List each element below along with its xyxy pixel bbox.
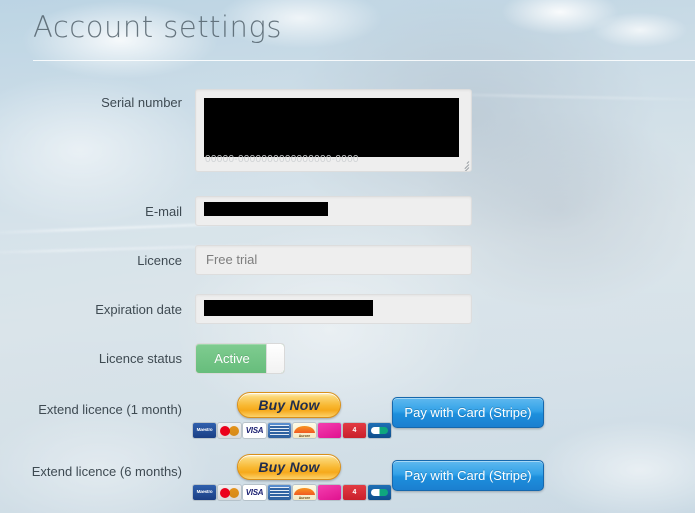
licence-input[interactable]: Free trial: [195, 245, 472, 275]
email-control: [195, 196, 472, 226]
expiration-date-control: [195, 294, 472, 324]
quatre-etoiles-card-label: 4: [352, 489, 357, 496]
stripe-pay-button-1-month[interactable]: Pay with Card (Stripe): [392, 397, 544, 428]
mastercard-card-icon: [218, 423, 241, 438]
card-logos-1-month: Maestro VISA Aurore 4: [193, 423, 391, 438]
email-redaction: [204, 202, 328, 216]
serial-number-faint-text: 00000-0000000000000000-0000: [205, 154, 359, 165]
cb-card-icon: [368, 423, 391, 438]
expiration-date-input[interactable]: [195, 294, 472, 324]
cb-card-icon: [368, 485, 391, 500]
amex-card-icon: [268, 423, 291, 438]
visa-card-label: VISA: [245, 487, 264, 497]
visa-card-icon: VISA: [243, 485, 266, 500]
maestro-card-label: Maestro: [196, 489, 213, 495]
extend-1-month-label: Extend licence (1 month): [38, 402, 182, 417]
extend-6-months-stripe-control: Pay with Card (Stripe): [392, 460, 544, 491]
expiration-date-redaction: [204, 300, 373, 316]
quatre-etoiles-card-label: 4: [352, 427, 357, 434]
title-divider: [33, 60, 695, 61]
stripe-pay-button-6-months[interactable]: Pay with Card (Stripe): [392, 460, 544, 491]
buy-now-button-1-month[interactable]: Buy Now: [237, 392, 341, 418]
quatre-etoiles-card-icon: 4: [343, 423, 366, 438]
extend-6-months-label: Extend licence (6 months): [31, 464, 182, 479]
serial-number-label: Serial number: [101, 95, 182, 110]
quatre-etoiles-card-icon: 4: [343, 485, 366, 500]
extend-6-months-paypal-control: Buy Now Maestro VISA Aurore 4: [193, 454, 391, 500]
amex-card-icon: [268, 485, 291, 500]
serial-number-redaction: [204, 98, 459, 157]
aurore-card-label: Aurore: [298, 495, 311, 500]
serial-number-control: 00000-0000000000000000-0000: [195, 89, 472, 172]
email-input[interactable]: [195, 196, 472, 226]
serial-number-textarea[interactable]: 00000-0000000000000000-0000: [195, 89, 472, 172]
maestro-card-label: Maestro: [196, 427, 213, 433]
expiration-date-label: Expiration date: [95, 302, 182, 317]
buy-now-button-6-months[interactable]: Buy Now: [237, 454, 341, 480]
email-label: E-mail: [145, 204, 182, 219]
textarea-resize-handle[interactable]: [459, 159, 470, 171]
licence-control: Free trial: [195, 245, 472, 275]
card-logos-6-months: Maestro VISA Aurore 4: [193, 485, 391, 500]
pink-card-icon: [318, 485, 341, 500]
licence-status-toggle-label: Active: [214, 351, 250, 366]
toggle-knob[interactable]: [266, 344, 284, 373]
aurore-card-label: Aurore: [298, 433, 311, 438]
pink-card-icon: [318, 423, 341, 438]
visa-card-icon: VISA: [243, 423, 266, 438]
visa-card-label: VISA: [245, 425, 264, 435]
licence-status-label: Licence status: [98, 351, 182, 366]
extend-1-month-stripe-control: Pay with Card (Stripe): [392, 397, 544, 428]
maestro-card-icon: Maestro: [193, 423, 216, 438]
maestro-card-icon: Maestro: [193, 485, 216, 500]
licence-status-control: Active: [195, 343, 285, 374]
licence-label: Licence: [137, 253, 182, 268]
mastercard-card-icon: [218, 485, 241, 500]
page-title: Account settings: [33, 10, 282, 44]
aurore-card-icon: Aurore: [293, 423, 316, 438]
account-settings-page: Account settings Serial number 00000-000…: [0, 0, 695, 513]
aurore-card-icon: Aurore: [293, 485, 316, 500]
extend-1-month-paypal-control: Buy Now Maestro VISA Aurore 4: [193, 392, 391, 438]
licence-status-toggle[interactable]: Active: [195, 343, 285, 374]
